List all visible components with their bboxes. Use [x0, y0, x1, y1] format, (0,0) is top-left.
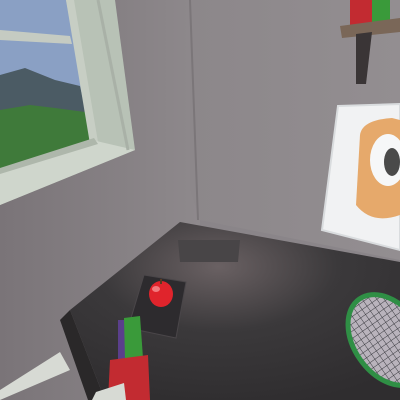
screen-panel[interactable]: [178, 240, 240, 262]
game-viewport[interactable]: [0, 0, 400, 400]
